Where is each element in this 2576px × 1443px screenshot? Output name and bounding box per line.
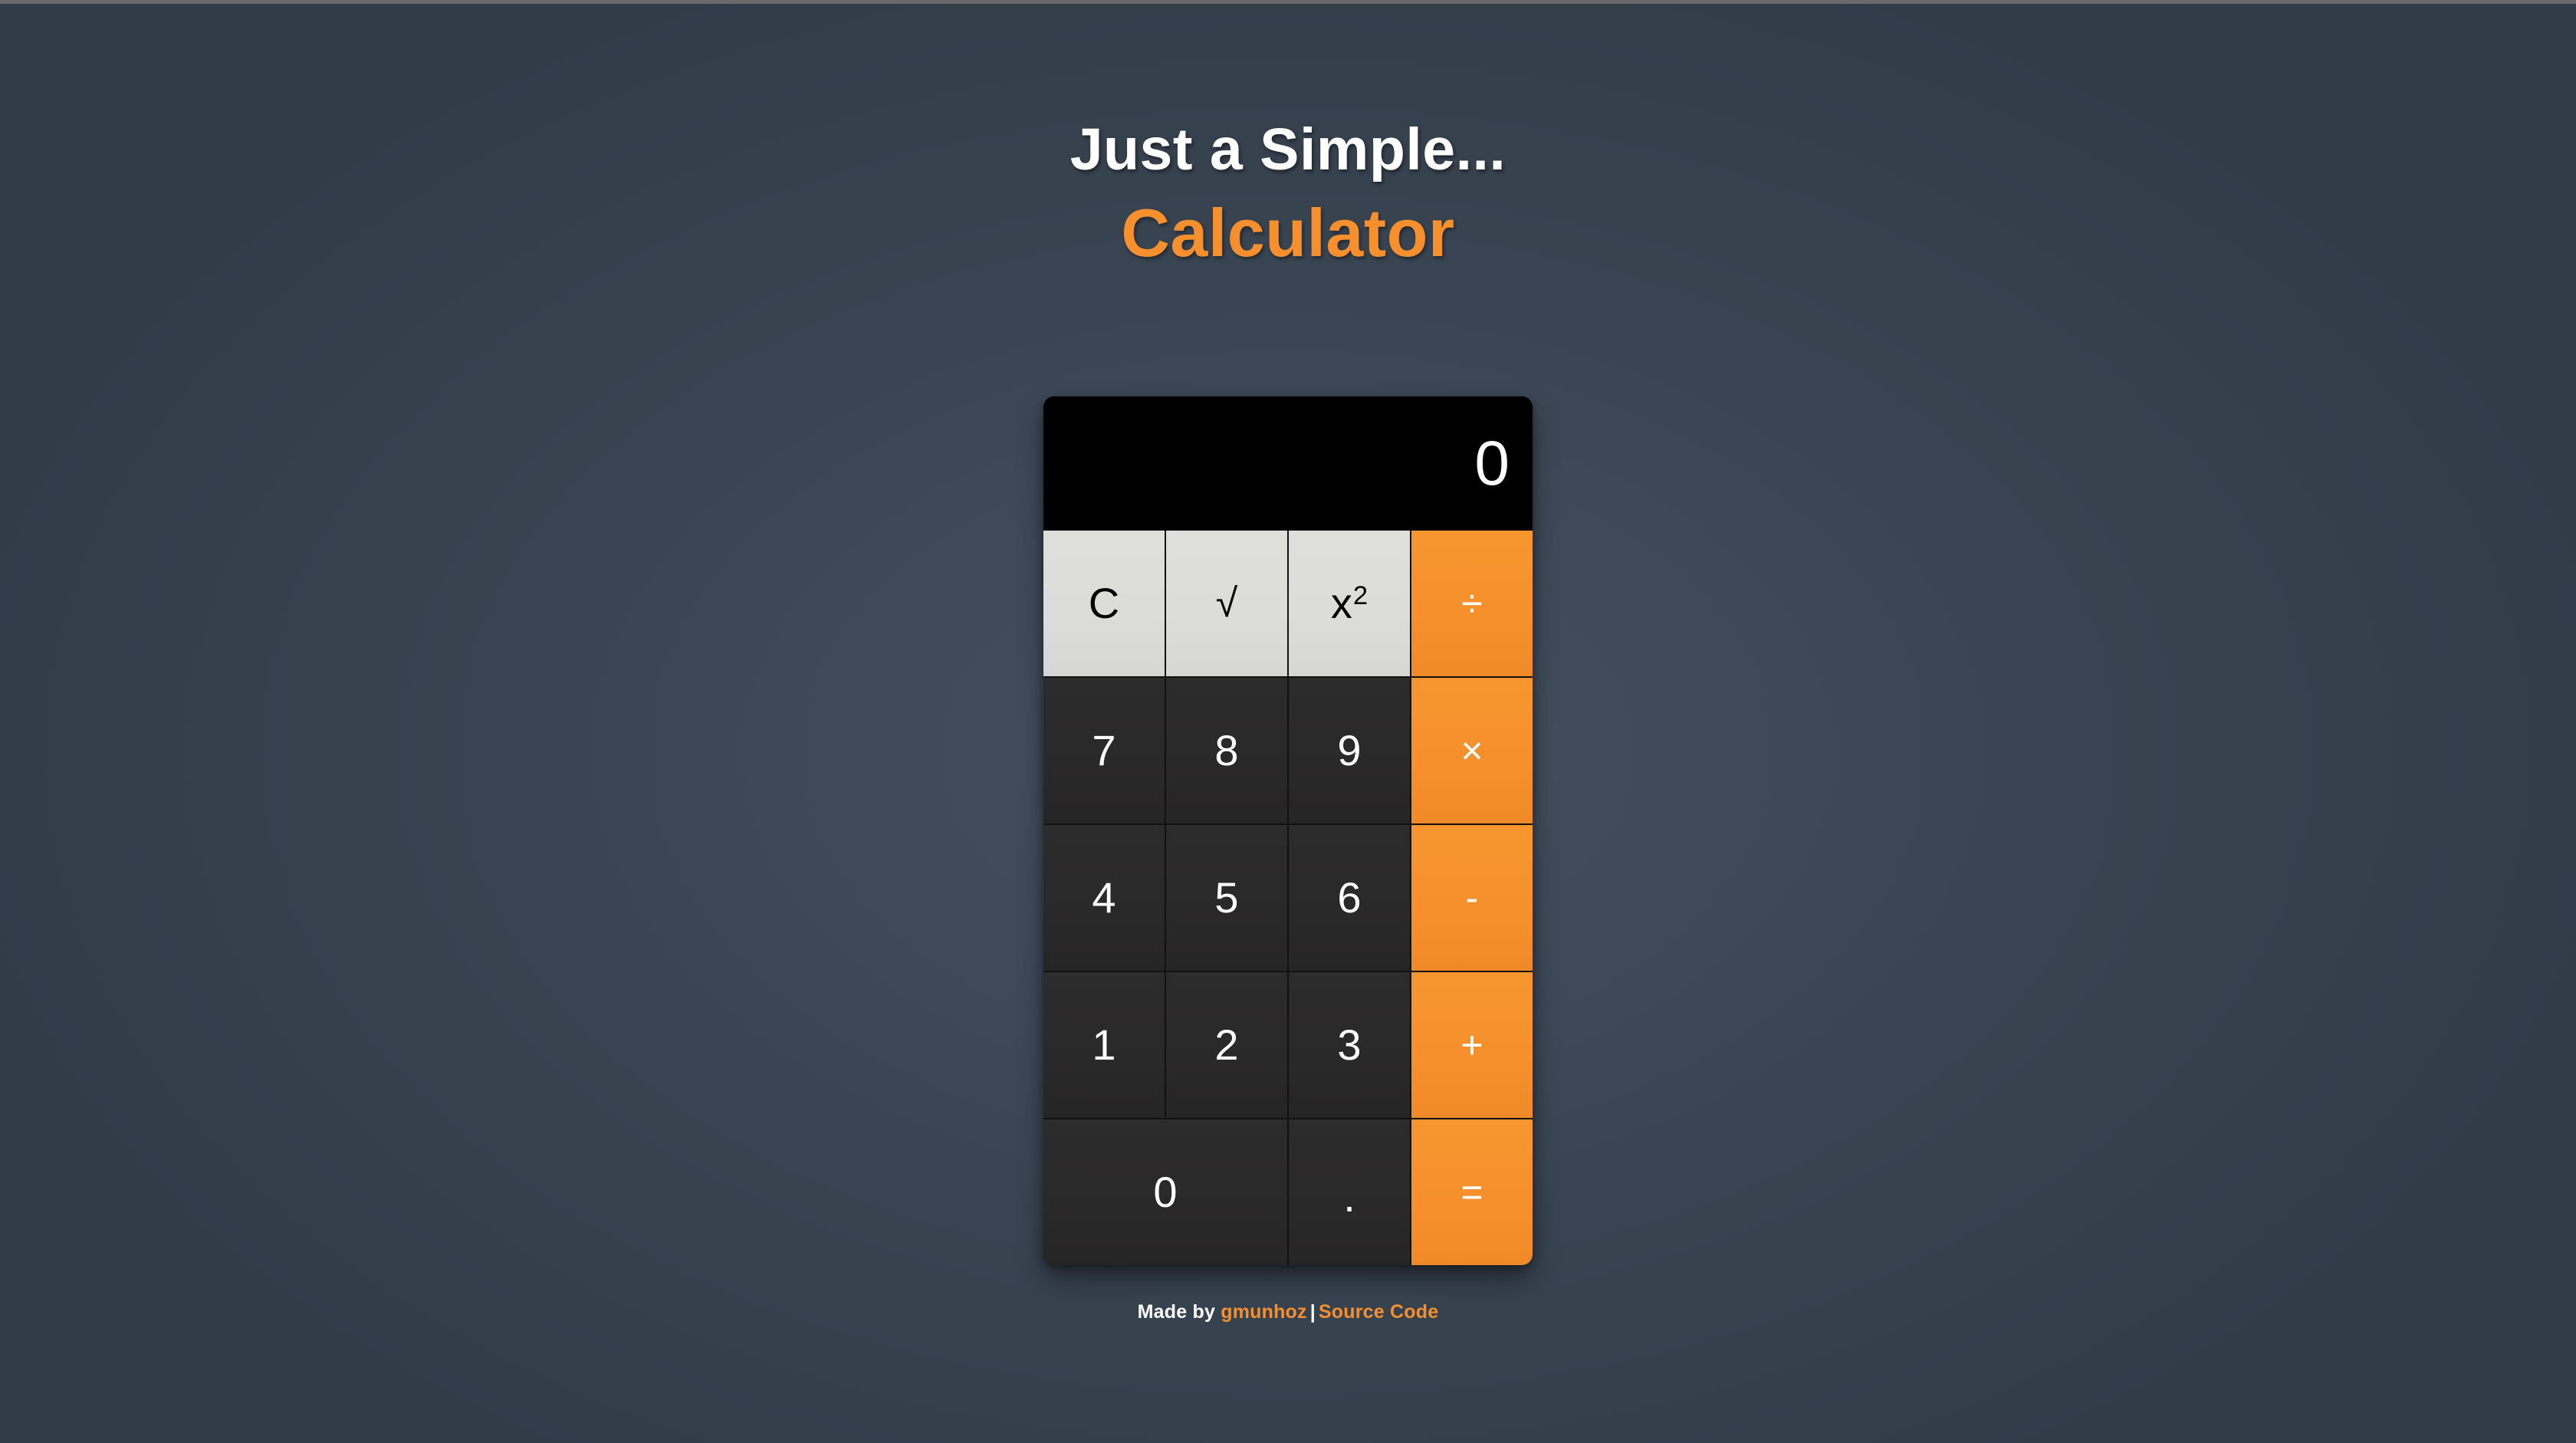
digit-8-key-label: 8 xyxy=(1214,726,1239,774)
footer-separator: | xyxy=(1309,1301,1316,1323)
subtract-key-label: - xyxy=(1465,876,1479,919)
digit-2-key[interactable]: 2 xyxy=(1166,972,1287,1118)
add-key[interactable]: + xyxy=(1411,972,1533,1118)
calculator-widget: 0 C √ x 2 ÷ 7 8 9 × 4 5 6 - 1 2 3 +0. = xyxy=(1043,396,1533,1265)
footer: Made by gmunhoz | Source Code xyxy=(0,1301,2576,1323)
digit-5-key-label: 5 xyxy=(1214,873,1239,922)
page-background: Just a Simple... Calculator 0 C √ x 2 ÷ 7 8 9 × 4… xyxy=(0,4,2576,1443)
decimal-point-key-label: . xyxy=(1343,1172,1355,1221)
digit-4-key[interactable]: 4 xyxy=(1043,825,1165,971)
square-root-key-label: √ xyxy=(1215,581,1238,626)
digit-4-key-label: 4 xyxy=(1092,873,1116,922)
digit-7-key-label: 7 xyxy=(1092,726,1116,774)
digit-6-key[interactable]: 6 xyxy=(1289,825,1410,971)
page-title-primary: Just a Simple... xyxy=(1070,117,1506,182)
digit-3-key-label: 3 xyxy=(1337,1021,1362,1069)
clear-key[interactable]: C xyxy=(1043,531,1165,676)
square-key-label: x xyxy=(1330,579,1352,627)
multiply-key[interactable]: × xyxy=(1411,678,1533,823)
page-title-secondary: Calculator xyxy=(1121,194,1455,271)
digit-2-key-label: 2 xyxy=(1214,1021,1239,1069)
divide-key-label: ÷ xyxy=(1461,582,1483,625)
digit-1-key[interactable]: 1 xyxy=(1043,972,1165,1118)
multiply-key-label: × xyxy=(1460,729,1484,772)
footer-source-code-link[interactable]: Source Code xyxy=(1319,1301,1438,1323)
square-root-key[interactable]: √ xyxy=(1166,531,1287,676)
equals-key[interactable]: = xyxy=(1411,1119,1533,1265)
digit-1-key-label: 1 xyxy=(1092,1021,1116,1069)
digit-9-key-label: 9 xyxy=(1337,726,1362,774)
digit-6-key-label: 6 xyxy=(1337,873,1362,922)
divide-key[interactable]: ÷ xyxy=(1411,531,1533,676)
digit-7-key[interactable]: 7 xyxy=(1043,678,1165,823)
calculator-display: 0 xyxy=(1043,396,1533,531)
browser-chrome-strip xyxy=(0,0,2576,4)
digit-5-key[interactable]: 5 xyxy=(1166,825,1287,971)
digit-8-key[interactable]: 8 xyxy=(1166,678,1287,823)
decimal-point-key[interactable]: . xyxy=(1289,1119,1410,1265)
page-title-block: Just a Simple... Calculator xyxy=(0,119,2576,268)
digit-9-key[interactable]: 9 xyxy=(1289,678,1410,823)
calculator-keypad: C √ x 2 ÷ 7 8 9 × 4 5 6 - 1 2 3 +0. = xyxy=(1043,531,1533,1265)
equals-key-label: = xyxy=(1460,1171,1484,1214)
square-key[interactable]: x2 xyxy=(1289,531,1410,676)
footer-made-by-label: Made by xyxy=(1137,1301,1221,1323)
digit-3-key[interactable]: 3 xyxy=(1289,972,1410,1118)
clear-key-label: C xyxy=(1088,579,1120,627)
subtract-key[interactable]: - xyxy=(1411,825,1533,971)
digit-0-key[interactable]: 0 xyxy=(1043,1119,1287,1265)
footer-author-link[interactable]: gmunhoz xyxy=(1221,1301,1306,1323)
add-key-label: + xyxy=(1460,1024,1484,1067)
digit-0-key-label: 0 xyxy=(1153,1168,1178,1216)
